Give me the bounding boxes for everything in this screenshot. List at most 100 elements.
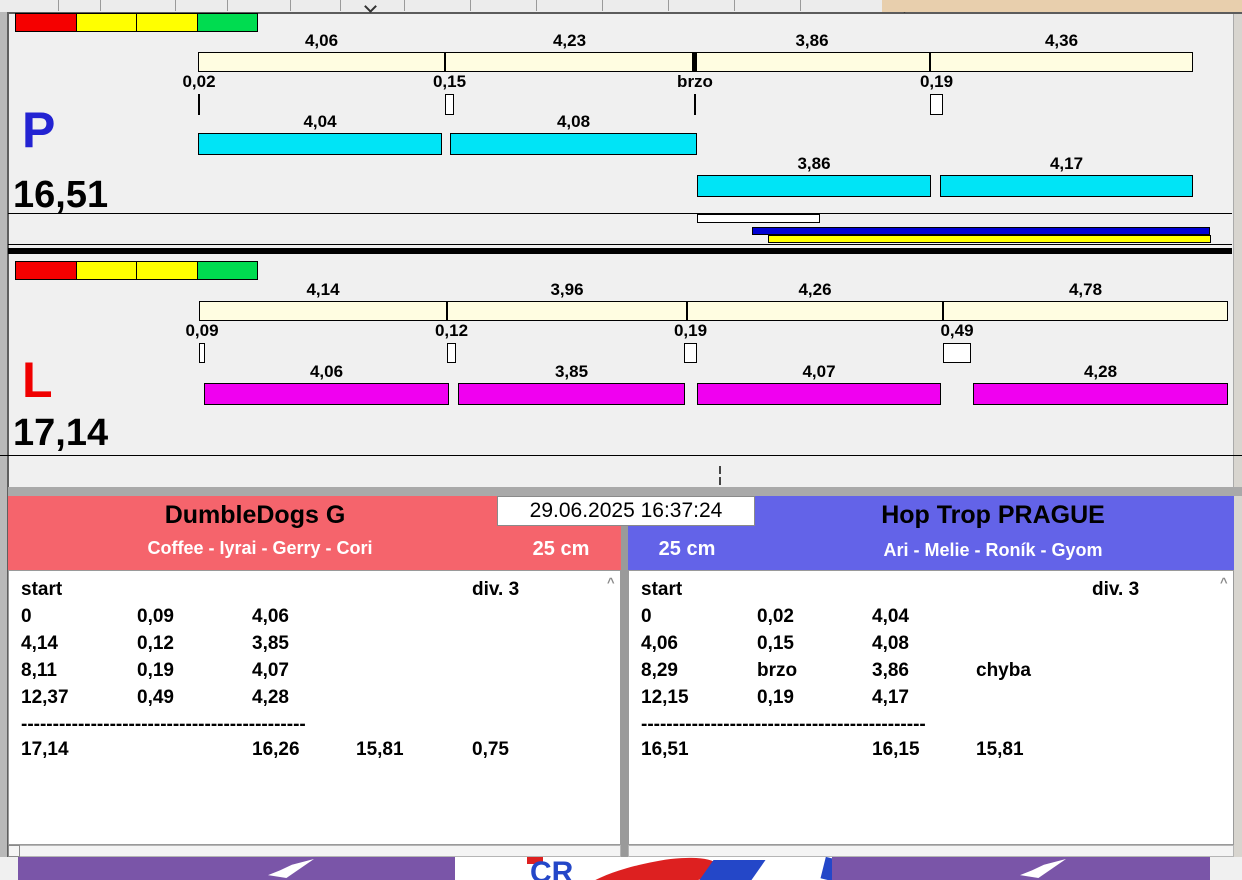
banner-blue-sliver-icon xyxy=(820,857,832,880)
table-cell: 0,19 xyxy=(137,660,174,681)
lane-separator-line xyxy=(8,244,1232,245)
dog-time-label: 4,04 xyxy=(303,112,337,131)
dog-run-bar xyxy=(450,133,697,155)
table-cell: 12,15 xyxy=(641,687,689,708)
start-light-cell xyxy=(196,261,258,280)
scrollbar-corner xyxy=(8,845,20,857)
start-light-cell xyxy=(136,13,198,32)
split-divider xyxy=(446,301,448,321)
table-cell: 4,06 xyxy=(252,606,289,627)
dog-run-bar xyxy=(697,383,941,405)
start-light-cell xyxy=(75,13,137,32)
split-bar xyxy=(199,301,1228,321)
banner-swoosh-icon xyxy=(268,859,314,878)
table-cell: 4,08 xyxy=(872,633,909,654)
change-time-label: 0,12 xyxy=(434,321,469,340)
split-time-label: 4,78 xyxy=(1068,280,1103,299)
start-lights xyxy=(15,261,258,280)
banner-red-swoosh-icon xyxy=(573,857,722,880)
table-cell: 4,28 xyxy=(252,687,289,708)
panel-divider xyxy=(621,496,628,857)
table-total-cell: 15,81 xyxy=(976,739,1024,760)
table-cell: 0 xyxy=(21,606,32,627)
split-time-label: 4,36 xyxy=(1044,31,1079,50)
table-total-cell: 16,51 xyxy=(641,739,689,760)
split-time-label: 4,14 xyxy=(306,280,340,299)
table-cell: 0,12 xyxy=(137,633,174,654)
scroll-up-icon[interactable]: ^ xyxy=(607,575,615,590)
team-name-right: Hop Trop PRAGUE xyxy=(881,501,1105,529)
team-panel-bottom-strip[interactable] xyxy=(8,845,621,857)
datetime-text: 29.06.2025 16:37:24 xyxy=(529,499,723,522)
team-dogs-left: Coffee - Iyrai - Gerry - Cori xyxy=(147,538,373,558)
banner-purple-block-left xyxy=(18,857,455,880)
table-cell: 4,06 xyxy=(641,633,678,654)
table-total-cell: 16,26 xyxy=(252,739,300,760)
split-divider xyxy=(929,52,931,72)
change-time-label: 0,19 xyxy=(919,72,954,91)
change-time-label: 0,19 xyxy=(673,321,708,340)
table-total-cell: 17,14 xyxy=(21,739,69,760)
banner-white-block-center: CR xyxy=(455,857,832,880)
table-separator: ----------------------------------------… xyxy=(21,714,306,735)
split-divider xyxy=(942,301,944,321)
table-cell: brzo xyxy=(757,660,798,681)
team-height-right: 25 cm xyxy=(658,538,716,560)
table-division-label: div. 3 xyxy=(1092,579,1140,600)
table-start-label: start xyxy=(21,579,63,600)
dog-time-label: 4,07 xyxy=(802,362,836,381)
split-time-label: 3,86 xyxy=(795,31,829,50)
overlay-bar xyxy=(697,214,820,223)
team-height-left: 25 cm xyxy=(532,538,590,560)
table-total-cell: 16,15 xyxy=(872,739,920,760)
banner-swoosh-icon xyxy=(1020,859,1066,878)
timing-app-window: 4,06 4,23 3,86 4,36 0,02 0,15 brzo 0,19 4,04 4,08… xyxy=(0,0,1242,880)
table-cell: 4,04 xyxy=(872,606,909,627)
table-cell: 0,15 xyxy=(757,633,794,654)
split-time-label: 3,96 xyxy=(550,280,584,299)
table-cell: 4,14 xyxy=(21,633,58,654)
table-cell: 8,11 xyxy=(21,660,57,681)
table-cell: chyba xyxy=(976,660,1031,681)
table-cell: 4,17 xyxy=(872,687,909,708)
team-panel-left: DumbleDogs G Coffee - Iyrai - Gerry - Co… xyxy=(8,496,621,857)
banner-purple-block-right xyxy=(832,857,1210,880)
start-light-cell xyxy=(15,261,77,280)
change-time-label: 0,49 xyxy=(940,321,974,340)
team-panel-bottom-strip[interactable] xyxy=(628,845,1234,857)
change-tick-box xyxy=(930,94,943,115)
start-light-cell xyxy=(75,261,137,280)
datetime-box: 29.06.2025 16:37:24 xyxy=(497,496,755,526)
table-total-cell: 0,75 xyxy=(472,739,509,760)
dog-run-bar xyxy=(973,383,1228,405)
dog-time-label: 4,28 xyxy=(1083,362,1118,381)
change-tick-line xyxy=(198,94,200,115)
cr-logo-text: CR xyxy=(530,857,574,880)
split-time-label: 4,23 xyxy=(552,31,587,50)
overlay-bar xyxy=(752,227,1210,235)
team-name-left: DumbleDogs G xyxy=(164,501,346,529)
bottom-separator-line xyxy=(0,455,1242,456)
table-cell: 3,85 xyxy=(252,633,289,654)
change-tick-box xyxy=(445,94,454,115)
start-light-cell xyxy=(136,261,198,280)
sponsor-banner: CR xyxy=(0,857,1242,880)
table-division-label: div. 3 xyxy=(472,579,520,600)
table-cell: 0,49 xyxy=(137,687,174,708)
team-dogs-right: Ari - Melie - Roník - Gyom xyxy=(883,540,1103,560)
start-light-cell xyxy=(15,13,77,32)
table-cell: 0,19 xyxy=(757,687,794,708)
team-body-left: ^ start div. 3 0 0,09 4,06 4,14 0,12 3,85 8,11 0,… xyxy=(8,570,621,845)
lane-total-time: 17,14 xyxy=(13,412,109,454)
team-panel-right: Hop Trop PRAGUE Ari - Melie - Roník - Gy… xyxy=(628,496,1234,857)
dog-time-label: 4,06 xyxy=(309,362,344,381)
split-time-label: 4,26 xyxy=(798,280,832,299)
table-cell: 8,29 xyxy=(641,660,678,681)
center-tick-mark xyxy=(719,466,721,474)
split-divider xyxy=(686,301,688,321)
overlay-bar xyxy=(768,235,1211,243)
scroll-up-icon[interactable]: ^ xyxy=(1220,575,1228,590)
lane-thick-separator xyxy=(8,248,1232,254)
table-cell: 12,37 xyxy=(21,687,69,708)
change-tick-box xyxy=(447,343,456,363)
